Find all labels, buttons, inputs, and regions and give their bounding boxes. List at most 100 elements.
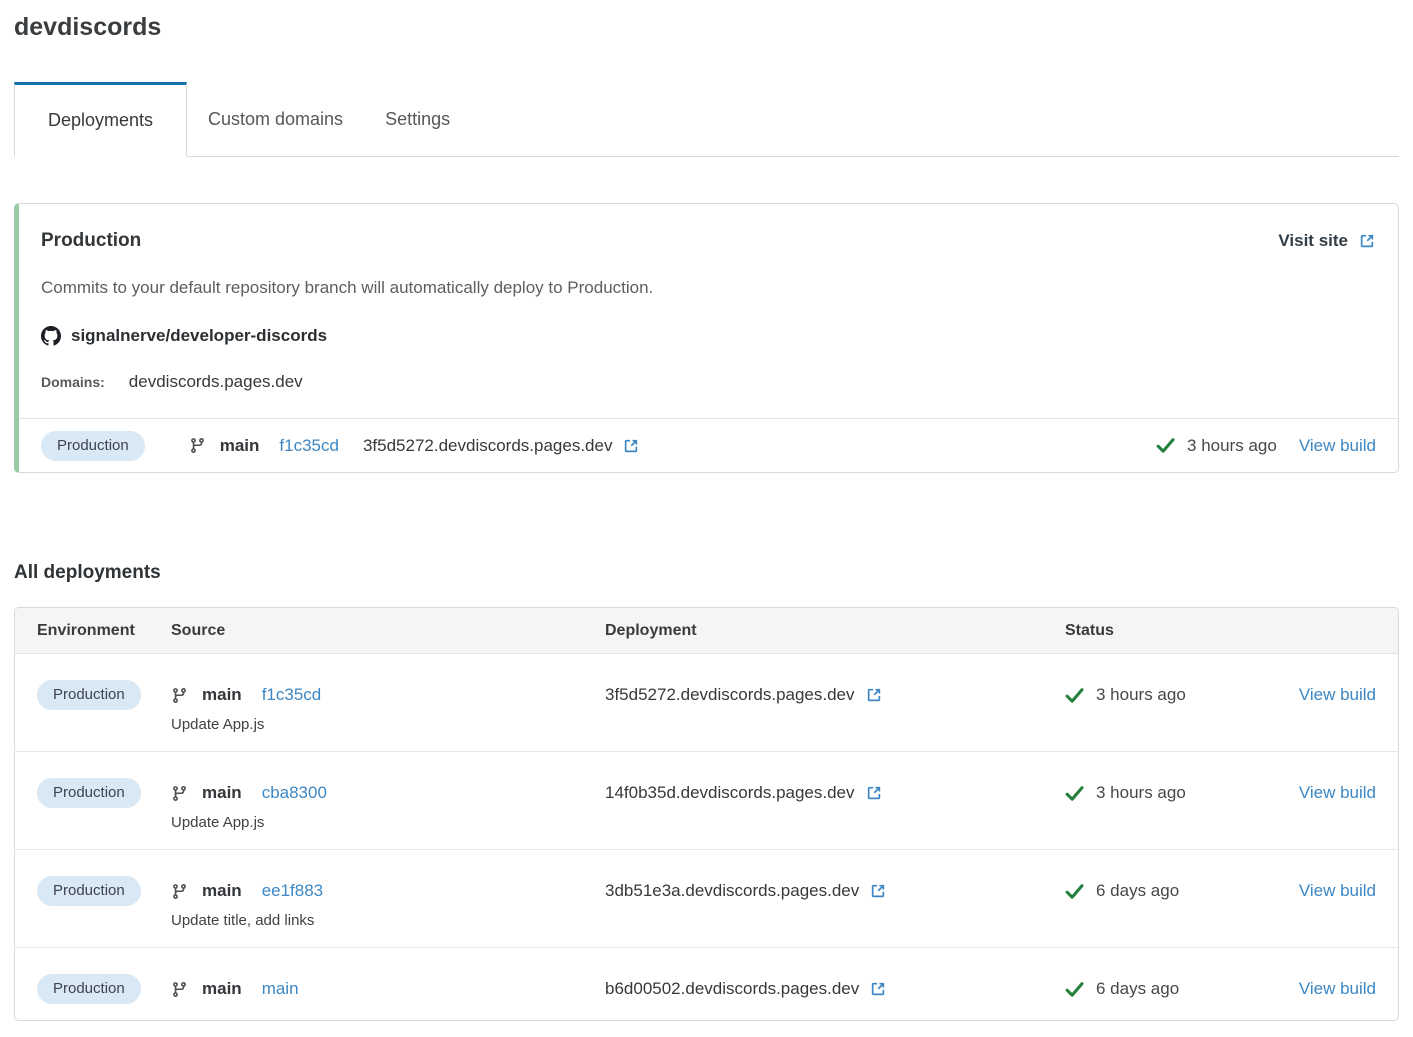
git-branch-icon bbox=[189, 437, 206, 454]
environment-badge: Production bbox=[37, 680, 141, 710]
table-header: Environment Source Deployment Status bbox=[15, 608, 1398, 654]
external-link-icon[interactable] bbox=[869, 882, 887, 900]
domains-row: Domains: devdiscords.pages.dev bbox=[41, 370, 1376, 394]
source-group: main main bbox=[171, 974, 605, 1004]
commit-message: Update title, add links bbox=[171, 910, 605, 931]
branch-name: main bbox=[202, 685, 242, 705]
page-title: devdiscords bbox=[14, 0, 1399, 42]
source-group: main f1c35cd bbox=[171, 680, 605, 710]
all-deployments-heading: All deployments bbox=[14, 561, 1399, 585]
environment-badge: Production bbox=[37, 974, 141, 1004]
commit-link[interactable]: f1c35cd bbox=[279, 436, 339, 456]
commit-link[interactable]: f1c35cd bbox=[262, 685, 322, 705]
view-build-link[interactable]: View build bbox=[1299, 685, 1376, 705]
production-card: Production Visit site Commits to your de… bbox=[14, 203, 1399, 473]
source-cell: main f1c35cd Update App.js bbox=[171, 680, 605, 735]
github-icon bbox=[41, 326, 61, 346]
status-time: 3 hours ago bbox=[1187, 436, 1277, 456]
status-time: 3 hours ago bbox=[1096, 783, 1186, 803]
table-row: Production main f1c35cd Update App.js 3f… bbox=[15, 654, 1398, 751]
view-build-link[interactable]: View build bbox=[1299, 436, 1376, 456]
deployments-table: Environment Source Deployment Status Pro… bbox=[14, 607, 1399, 1021]
external-link-icon bbox=[1358, 232, 1376, 250]
git-branch-icon bbox=[171, 687, 188, 704]
status-cell: 3 hours ago bbox=[1065, 680, 1255, 710]
actions-cell: View build bbox=[1299, 876, 1376, 906]
production-latest-deployment-row: Production main f1c35cd 3f5d5272.devdisc… bbox=[19, 418, 1398, 472]
source-group: main f1c35cd bbox=[189, 436, 339, 456]
actions-cell: View build bbox=[1299, 778, 1376, 808]
external-link-icon[interactable] bbox=[865, 686, 883, 704]
table-row: Production main main b6d00502.devdiscord… bbox=[15, 947, 1398, 1020]
production-title: Production bbox=[41, 230, 141, 252]
commit-link[interactable]: cba8300 bbox=[262, 783, 327, 803]
environment-badge: Production bbox=[37, 876, 141, 906]
environment-badge: Production bbox=[41, 431, 145, 461]
deployment-url: 3f5d5272.devdiscords.pages.dev bbox=[605, 685, 855, 705]
table-row: Production main cba8300 Update App.js 14… bbox=[15, 751, 1398, 849]
status-cell: 6 days ago bbox=[1065, 974, 1255, 1004]
production-card-header: Production Visit site bbox=[41, 230, 1376, 252]
commit-message: Update App.js bbox=[171, 812, 605, 833]
environment-cell: Production bbox=[37, 876, 171, 906]
deployment-cell: 14f0b35d.devdiscords.pages.dev bbox=[605, 778, 1065, 808]
external-link-icon[interactable] bbox=[869, 980, 887, 998]
deployment-url: 3f5d5272.devdiscords.pages.dev bbox=[363, 436, 613, 456]
deployment-url-group: 3f5d5272.devdiscords.pages.dev bbox=[363, 436, 641, 456]
column-environment: Environment bbox=[37, 622, 171, 640]
production-card-body: Production Visit site Commits to your de… bbox=[19, 204, 1398, 418]
status-group: 3 hours ago bbox=[1156, 436, 1277, 456]
status-time: 6 days ago bbox=[1096, 881, 1179, 901]
tab-custom-domains[interactable]: Custom domains bbox=[187, 82, 364, 156]
environment-cell: Production bbox=[37, 778, 171, 808]
commit-message: Update App.js bbox=[171, 714, 605, 735]
deployment-cell: b6d00502.devdiscords.pages.dev bbox=[605, 974, 1065, 1004]
pages-project-page: devdiscords Deployments Custom domains S… bbox=[0, 0, 1413, 1021]
check-icon bbox=[1156, 436, 1175, 455]
branch-name: main bbox=[202, 881, 242, 901]
table-row: Production main ee1f883 Update title, ad… bbox=[15, 849, 1398, 947]
external-link-icon[interactable] bbox=[622, 437, 640, 455]
column-deployment: Deployment bbox=[605, 622, 1065, 640]
actions-cell: View build bbox=[1299, 680, 1376, 710]
status-time: 6 days ago bbox=[1096, 979, 1179, 999]
view-build-link[interactable]: View build bbox=[1299, 979, 1376, 999]
status-cell: 3 hours ago bbox=[1065, 778, 1255, 808]
view-build-link[interactable]: View build bbox=[1299, 881, 1376, 901]
commit-link[interactable]: main bbox=[262, 979, 299, 999]
repo-link[interactable]: signalnerve/developer-discords bbox=[41, 324, 1376, 348]
domains-value: devdiscords.pages.dev bbox=[129, 370, 303, 394]
column-status: Status bbox=[1065, 622, 1255, 640]
visit-site-link[interactable]: Visit site bbox=[1278, 231, 1376, 251]
check-icon bbox=[1065, 686, 1084, 705]
check-icon bbox=[1065, 882, 1084, 901]
source-cell: main main bbox=[171, 974, 605, 1004]
deployment-url: b6d00502.devdiscords.pages.dev bbox=[605, 979, 859, 999]
source-group: main ee1f883 bbox=[171, 876, 605, 906]
check-icon bbox=[1065, 980, 1084, 999]
environment-cell: Production bbox=[37, 974, 171, 1004]
source-cell: main ee1f883 Update title, add links bbox=[171, 876, 605, 931]
check-icon bbox=[1065, 784, 1084, 803]
deployment-cell: 3f5d5272.devdiscords.pages.dev bbox=[605, 680, 1065, 710]
tab-settings[interactable]: Settings bbox=[364, 82, 471, 156]
tab-bar: Deployments Custom domains Settings bbox=[14, 82, 1399, 157]
status-cell: 6 days ago bbox=[1065, 876, 1255, 906]
tab-deployments[interactable]: Deployments bbox=[14, 82, 187, 157]
deployment-url: 14f0b35d.devdiscords.pages.dev bbox=[605, 783, 855, 803]
environment-badge: Production bbox=[37, 778, 141, 808]
actions-cell: View build bbox=[1299, 974, 1376, 1004]
status-time: 3 hours ago bbox=[1096, 685, 1186, 705]
view-build-link[interactable]: View build bbox=[1299, 783, 1376, 803]
source-cell: main cba8300 Update App.js bbox=[171, 778, 605, 833]
domains-label: Domains: bbox=[41, 370, 105, 394]
branch-name: main bbox=[202, 979, 242, 999]
branch-name: main bbox=[220, 436, 260, 456]
visit-site-label: Visit site bbox=[1278, 231, 1348, 251]
git-branch-icon bbox=[171, 785, 188, 802]
git-branch-icon bbox=[171, 981, 188, 998]
external-link-icon[interactable] bbox=[865, 784, 883, 802]
repo-name: signalnerve/developer-discords bbox=[71, 324, 327, 348]
commit-link[interactable]: ee1f883 bbox=[262, 881, 323, 901]
deployment-cell: 3db51e3a.devdiscords.pages.dev bbox=[605, 876, 1065, 906]
